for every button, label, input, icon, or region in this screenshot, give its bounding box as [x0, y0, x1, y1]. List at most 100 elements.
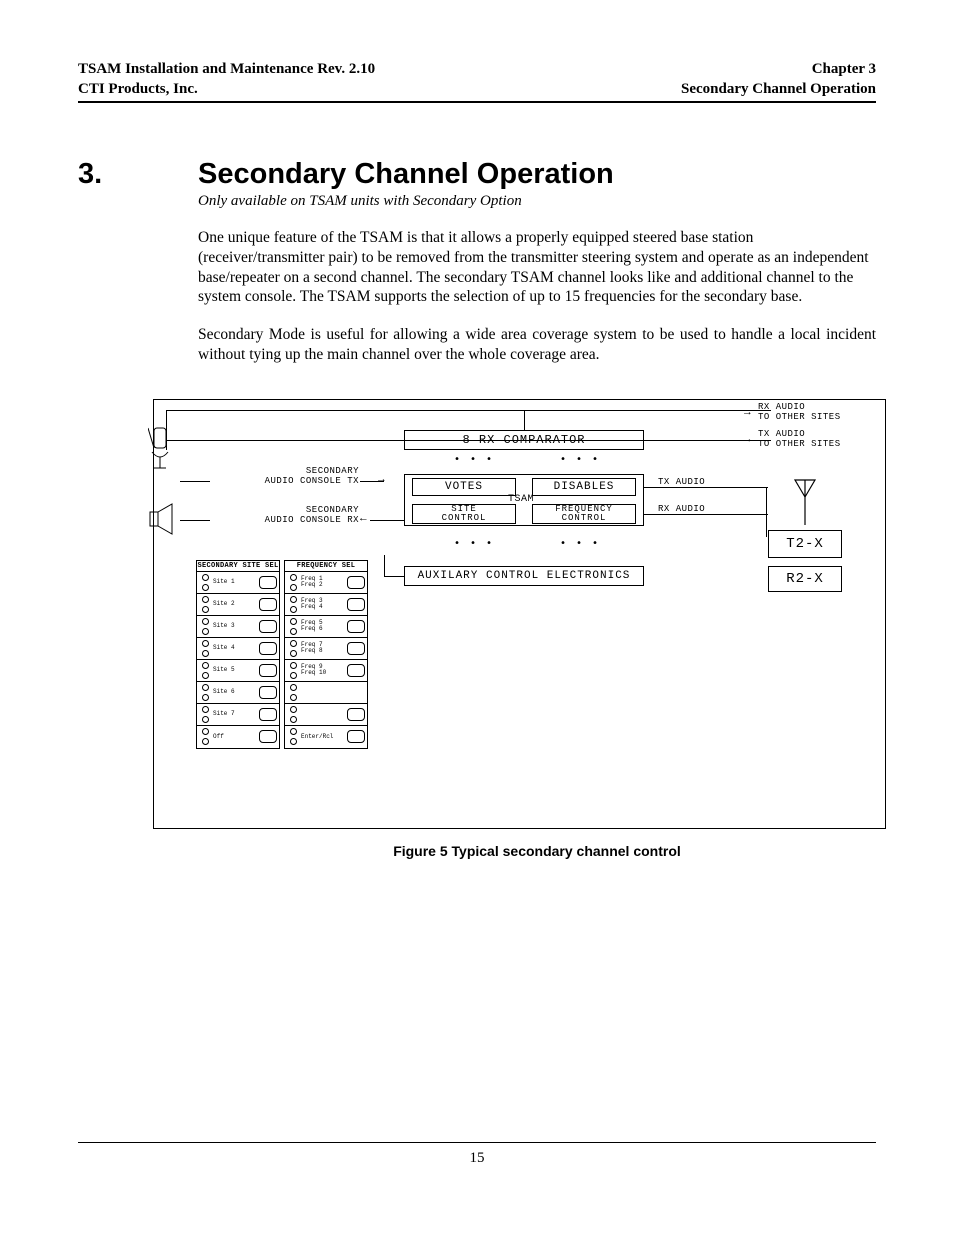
connector-line	[644, 487, 768, 488]
connector-line	[766, 487, 767, 537]
led-icon	[287, 705, 300, 724]
site-label: Site 7	[212, 711, 257, 717]
site-button[interactable]	[259, 686, 277, 699]
connector-line	[166, 440, 771, 441]
site-row: Site 3	[197, 616, 279, 638]
freq-label: Freq 5 Freq 6	[300, 620, 345, 632]
connector-line	[384, 576, 404, 577]
connector-line	[384, 555, 385, 576]
connector-line	[180, 481, 210, 482]
site-sel-header: SECONDARY SITE SEL	[197, 561, 279, 572]
site-label: Site 1	[212, 579, 257, 585]
freq-button[interactable]	[347, 620, 365, 633]
antenna-icon	[790, 475, 820, 525]
aux-box: AUXILARY CONTROL ELECTRONICS	[404, 566, 644, 586]
header-right-bottom: Secondary Channel Operation	[681, 80, 876, 100]
header-left-top: TSAM Installation and Maintenance Rev. 2…	[78, 60, 375, 80]
freq-row: Freq 7 Freq 8	[285, 638, 367, 660]
led-icon	[287, 639, 300, 658]
freq-row	[285, 682, 367, 704]
led-icon	[287, 727, 300, 746]
freq-label: Freq 3 Freq 4	[300, 598, 345, 610]
connector-line	[370, 520, 404, 521]
dots-icon: •••	[560, 454, 608, 465]
connector-line	[166, 410, 167, 450]
site-button[interactable]	[259, 730, 277, 743]
site-row: Site 2	[197, 594, 279, 616]
paragraph-1: One unique feature of the TSAM is that i…	[198, 228, 876, 307]
page-header: TSAM Installation and Maintenance Rev. 2…	[78, 60, 876, 103]
freq-row: Freq 9 Freq 10	[285, 660, 367, 682]
votes-box: VOTES	[412, 478, 516, 496]
freq-control-box: FREQUENCY CONTROL	[532, 504, 636, 524]
dots-icon: •••	[560, 538, 608, 549]
speaker-icon	[148, 502, 178, 536]
site-button[interactable]	[259, 576, 277, 589]
site-row: Site 7	[197, 704, 279, 726]
freq-button[interactable]	[347, 664, 365, 677]
connector-line	[180, 520, 210, 521]
site-label: Site 4	[212, 645, 257, 651]
led-icon	[287, 683, 300, 702]
page-number: 15	[0, 1150, 954, 1167]
freq-label: Freq 1 Freq 2	[300, 576, 345, 588]
freq-button[interactable]	[347, 576, 365, 589]
t2x-box: T2-X	[768, 530, 842, 558]
rx-audio-sites-label: RX AUDIO TO OTHER SITES	[758, 403, 841, 423]
dots-icon: •••	[454, 454, 502, 465]
site-label: Site 6	[212, 689, 257, 695]
site-label: Site 5	[212, 667, 257, 673]
site-row: Site 1	[197, 572, 279, 594]
freq-button[interactable]	[347, 598, 365, 611]
led-icon	[199, 661, 212, 680]
freq-button[interactable]	[347, 708, 365, 721]
connector-line	[524, 410, 525, 430]
site-label: Site 3	[212, 623, 257, 629]
figure-caption: Figure 5 Typical secondary channel contr…	[198, 843, 876, 859]
figure-5: RX AUDIO TO OTHER SITES → TX AUDIO TO OT…	[153, 399, 886, 829]
page: TSAM Installation and Maintenance Rev. 2…	[0, 0, 954, 1235]
paragraph-2: Secondary Mode is useful for allowing a …	[198, 325, 876, 365]
site-row: Site 4	[197, 638, 279, 660]
freq-row: Freq 1 Freq 2	[285, 572, 367, 594]
freq-row: Enter/Rcl	[285, 726, 367, 748]
chapter-title: Secondary Channel Operation	[198, 158, 614, 191]
led-icon	[199, 705, 212, 724]
connector-line	[644, 514, 768, 515]
connector-line	[360, 481, 384, 482]
freq-row: Freq 5 Freq 6	[285, 616, 367, 638]
freq-button[interactable]	[347, 730, 365, 743]
chapter-heading: 3. Secondary Channel Operation	[198, 158, 876, 191]
led-icon	[199, 727, 212, 746]
led-icon	[199, 683, 212, 702]
r2x-box: R2-X	[768, 566, 842, 592]
led-icon	[199, 595, 212, 614]
site-control-box: SITE CONTROL	[412, 504, 516, 524]
led-icon	[199, 573, 212, 592]
site-label: Off	[212, 734, 257, 740]
site-button[interactable]	[259, 598, 277, 611]
chapter-subtitle: Only available on TSAM units with Second…	[198, 193, 876, 210]
microphone-icon	[148, 424, 178, 472]
footer-rule	[78, 1142, 876, 1143]
site-sel-panel: SECONDARY SITE SEL Site 1 Site 2 Site 3 Sit…	[196, 560, 280, 749]
freq-button[interactable]	[347, 642, 365, 655]
connector-line	[166, 410, 771, 411]
site-button[interactable]	[259, 620, 277, 633]
freq-row: Freq 3 Freq 4	[285, 594, 367, 616]
site-button[interactable]	[259, 664, 277, 677]
header-right-top: Chapter 3	[812, 60, 876, 80]
site-row: Off	[197, 726, 279, 748]
led-icon	[287, 595, 300, 614]
sec-rx-label: SECONDARY AUDIO CONSOLE RX	[224, 506, 359, 526]
freq-label: Enter/Rcl	[300, 734, 345, 740]
freq-sel-panel: FREQUENCY SEL Freq 1 Freq 2 Freq 3 Freq 4…	[284, 560, 368, 749]
arrow-icon: ←	[360, 513, 367, 525]
led-icon	[199, 639, 212, 658]
site-button[interactable]	[259, 642, 277, 655]
site-button[interactable]	[259, 708, 277, 721]
led-icon	[287, 573, 300, 592]
chapter-number: 3.	[78, 158, 198, 191]
freq-sel-header: FREQUENCY SEL	[285, 561, 367, 572]
disables-box: DISABLES	[532, 478, 636, 496]
